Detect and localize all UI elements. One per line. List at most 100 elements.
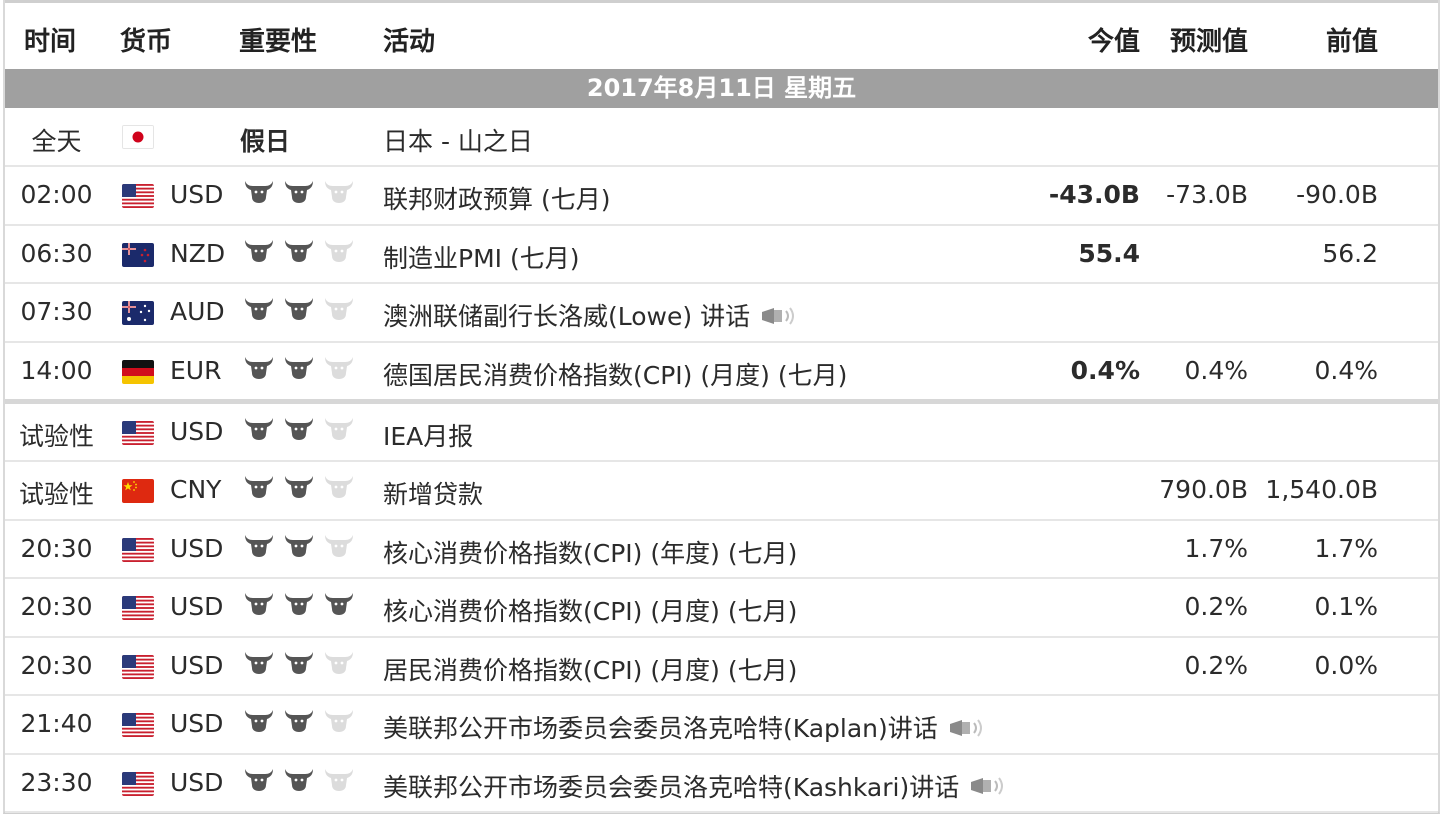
event-row[interactable]: 20:30 USD 核心消费价格指数(CPI) (月度) (七月) 0.2% 0.1% (5, 579, 1438, 638)
event-currency: USD (170, 767, 224, 797)
us-flag-icon (122, 654, 154, 679)
importance-rating (243, 765, 358, 795)
japan-flag-icon (122, 125, 154, 149)
us-flag-icon (122, 420, 154, 445)
event-name-text: 居民消费价格指数(CPI) (月度) (七月) (383, 655, 798, 685)
holiday-label: 假日 (240, 127, 291, 156)
bull-icon (283, 414, 315, 442)
event-name[interactable]: 居民消费价格指数(CPI) (月度) (七月) (383, 651, 797, 687)
event-row[interactable]: 07:30 AUD 澳洲联储副行长洛威(Lowe) 讲话 (5, 284, 1438, 343)
au-flag-icon (122, 301, 154, 325)
event-name-text: 美联邦公开市场委员会委员洛克哈特(Kashkari)讲话 (383, 772, 960, 802)
event-previous: 56.2 (1322, 238, 1378, 268)
importance-rating (243, 294, 358, 324)
event-forecast: -73.0B (1166, 180, 1248, 209)
bull-icon (283, 472, 315, 500)
event-name[interactable]: 制造业PMI (七月) (383, 239, 579, 275)
holiday-row[interactable]: 全天 假日 日本 - 山之日 (5, 108, 1438, 167)
nz-flag-icon (122, 242, 154, 267)
event-name[interactable]: 核心消费价格指数(CPI) (月度) (七月) (383, 592, 797, 628)
event-previous: 0.0% (1314, 650, 1378, 680)
event-name-text: 新增贷款 (383, 480, 484, 509)
economic-calendar: 时间 货币 重要性 活动 今值 预测值 前值 2017年8月11日 星期五 全天… (3, 0, 1440, 814)
header-event[interactable]: 活动 (383, 21, 435, 58)
event-name[interactable]: 美联邦公开市场委员会委员洛克哈特(Kaplan)讲话 (383, 709, 986, 745)
importance-rating (243, 531, 358, 561)
event-time: 20:30 (20, 592, 93, 621)
event-row[interactable]: 试验性 USD IEA月报 (5, 404, 1438, 462)
bull-icon (323, 414, 355, 442)
event-forecast: 0.4% (1184, 355, 1248, 385)
bull-icon (243, 177, 275, 205)
event-time: 07:30 (20, 297, 93, 326)
event-forecast: 1.7% (1184, 533, 1248, 563)
bull-icon (283, 706, 315, 734)
event-currency: USD (170, 650, 224, 680)
importance-rating (243, 589, 358, 619)
bull-icon (243, 236, 275, 264)
event-row[interactable]: 20:30 USD 核心消费价格指数(CPI) (年度) (七月) 1.7% 1.7% (5, 521, 1438, 579)
importance-rating (243, 414, 358, 444)
header-currency[interactable]: 货币 (120, 21, 172, 58)
event-name-text: 核心消费价格指数(CPI) (月度) (七月) (383, 597, 798, 626)
event-row[interactable]: 21:40 USD 美联邦公开市场委员会委员洛克哈特(Kaplan)讲话 (5, 696, 1438, 755)
bull-icon (283, 294, 315, 322)
event-name-text: 核心消费价格指数(CPI) (年度) (七月) (383, 538, 798, 568)
event-name[interactable]: 澳洲联储副行长洛威(Lowe) 讲话 (383, 297, 798, 333)
event-forecast: 0.2% (1184, 650, 1248, 680)
event-time: 试验性 (18, 421, 94, 451)
event-name[interactable]: 美联邦公开市场委员会委员洛克哈特(Kashkari)讲话 (383, 768, 1007, 804)
event-currency: EUR (170, 355, 222, 385)
event-row[interactable]: 02:00 USD 联邦财政预算 (七月) -43.0B -73.0B -90.0B (5, 167, 1438, 226)
event-time: 20:30 (20, 650, 93, 680)
event-row[interactable]: 20:30 USD 居民消费价格指数(CPI) (月度) (七月) 0.2% 0.0% (5, 638, 1438, 696)
bull-icon (323, 472, 355, 500)
event-row[interactable]: 14:00 EUR 德国居民消费价格指数(CPI) (月度) (七月) 0.4% 0.4… (5, 343, 1438, 404)
bull-icon (243, 648, 275, 676)
event-previous: 1.7% (1314, 533, 1378, 563)
event-time: 06:30 (20, 238, 93, 268)
event-name[interactable]: IEA月报 (383, 417, 473, 453)
bull-icon (323, 531, 355, 559)
event-time: 21:40 (20, 709, 93, 738)
event-name[interactable]: 核心消费价格指数(CPI) (年度) (七月) (383, 534, 797, 570)
de-flag-icon (122, 359, 154, 384)
bull-icon (323, 765, 355, 793)
importance-rating (243, 706, 358, 736)
event-actual: 55.4 (1078, 238, 1140, 268)
event-row[interactable]: 23:30 USD 美联邦公开市场委员会委员洛克哈特(Kashkari)讲话 (5, 755, 1438, 813)
event-actual: 0.4% (1070, 355, 1140, 385)
bull-icon (323, 589, 355, 617)
holiday-event[interactable]: 日本 - 山之日 (383, 122, 533, 158)
event-name[interactable]: 德国居民消费价格指数(CPI) (月度) (七月) (383, 356, 847, 392)
event-previous: 1,540.0B (1265, 475, 1378, 504)
bull-icon (243, 414, 275, 442)
header-time[interactable]: 时间 (24, 21, 76, 58)
event-currency: USD (170, 709, 224, 738)
speech-megaphone-icon (948, 716, 986, 745)
event-previous: -90.0B (1296, 180, 1378, 209)
bull-icon (283, 236, 315, 264)
event-time: 02:00 (20, 180, 93, 209)
us-flag-icon (122, 771, 154, 796)
bull-icon (323, 236, 355, 264)
header-importance[interactable]: 重要性 (239, 21, 317, 58)
header-forecast[interactable]: 预测值 (1170, 21, 1248, 58)
bull-icon (323, 177, 355, 205)
event-row[interactable]: 试验性 CNY 新增贷款 790.0B 1,540.0B (5, 462, 1438, 521)
bull-icon (243, 706, 275, 734)
us-flag-icon (122, 596, 154, 620)
event-currency: USD (170, 416, 224, 446)
event-row[interactable]: 06:30 NZD 制造业PMI (七月) 55.4 56.2 (5, 226, 1438, 284)
event-name[interactable]: 联邦财政预算 (七月) (383, 180, 610, 216)
bull-icon (243, 353, 275, 381)
event-name[interactable]: 新增贷款 (383, 475, 483, 511)
event-name-text: 美联邦公开市场委员会委员洛克哈特(Kaplan)讲话 (383, 714, 938, 743)
bull-icon (243, 294, 275, 322)
bull-icon (283, 531, 315, 559)
bull-icon (323, 294, 355, 322)
us-flag-icon (122, 184, 154, 208)
header-actual[interactable]: 今值 (1088, 21, 1140, 58)
header-previous[interactable]: 前值 (1326, 21, 1378, 58)
importance-rating (243, 472, 358, 502)
